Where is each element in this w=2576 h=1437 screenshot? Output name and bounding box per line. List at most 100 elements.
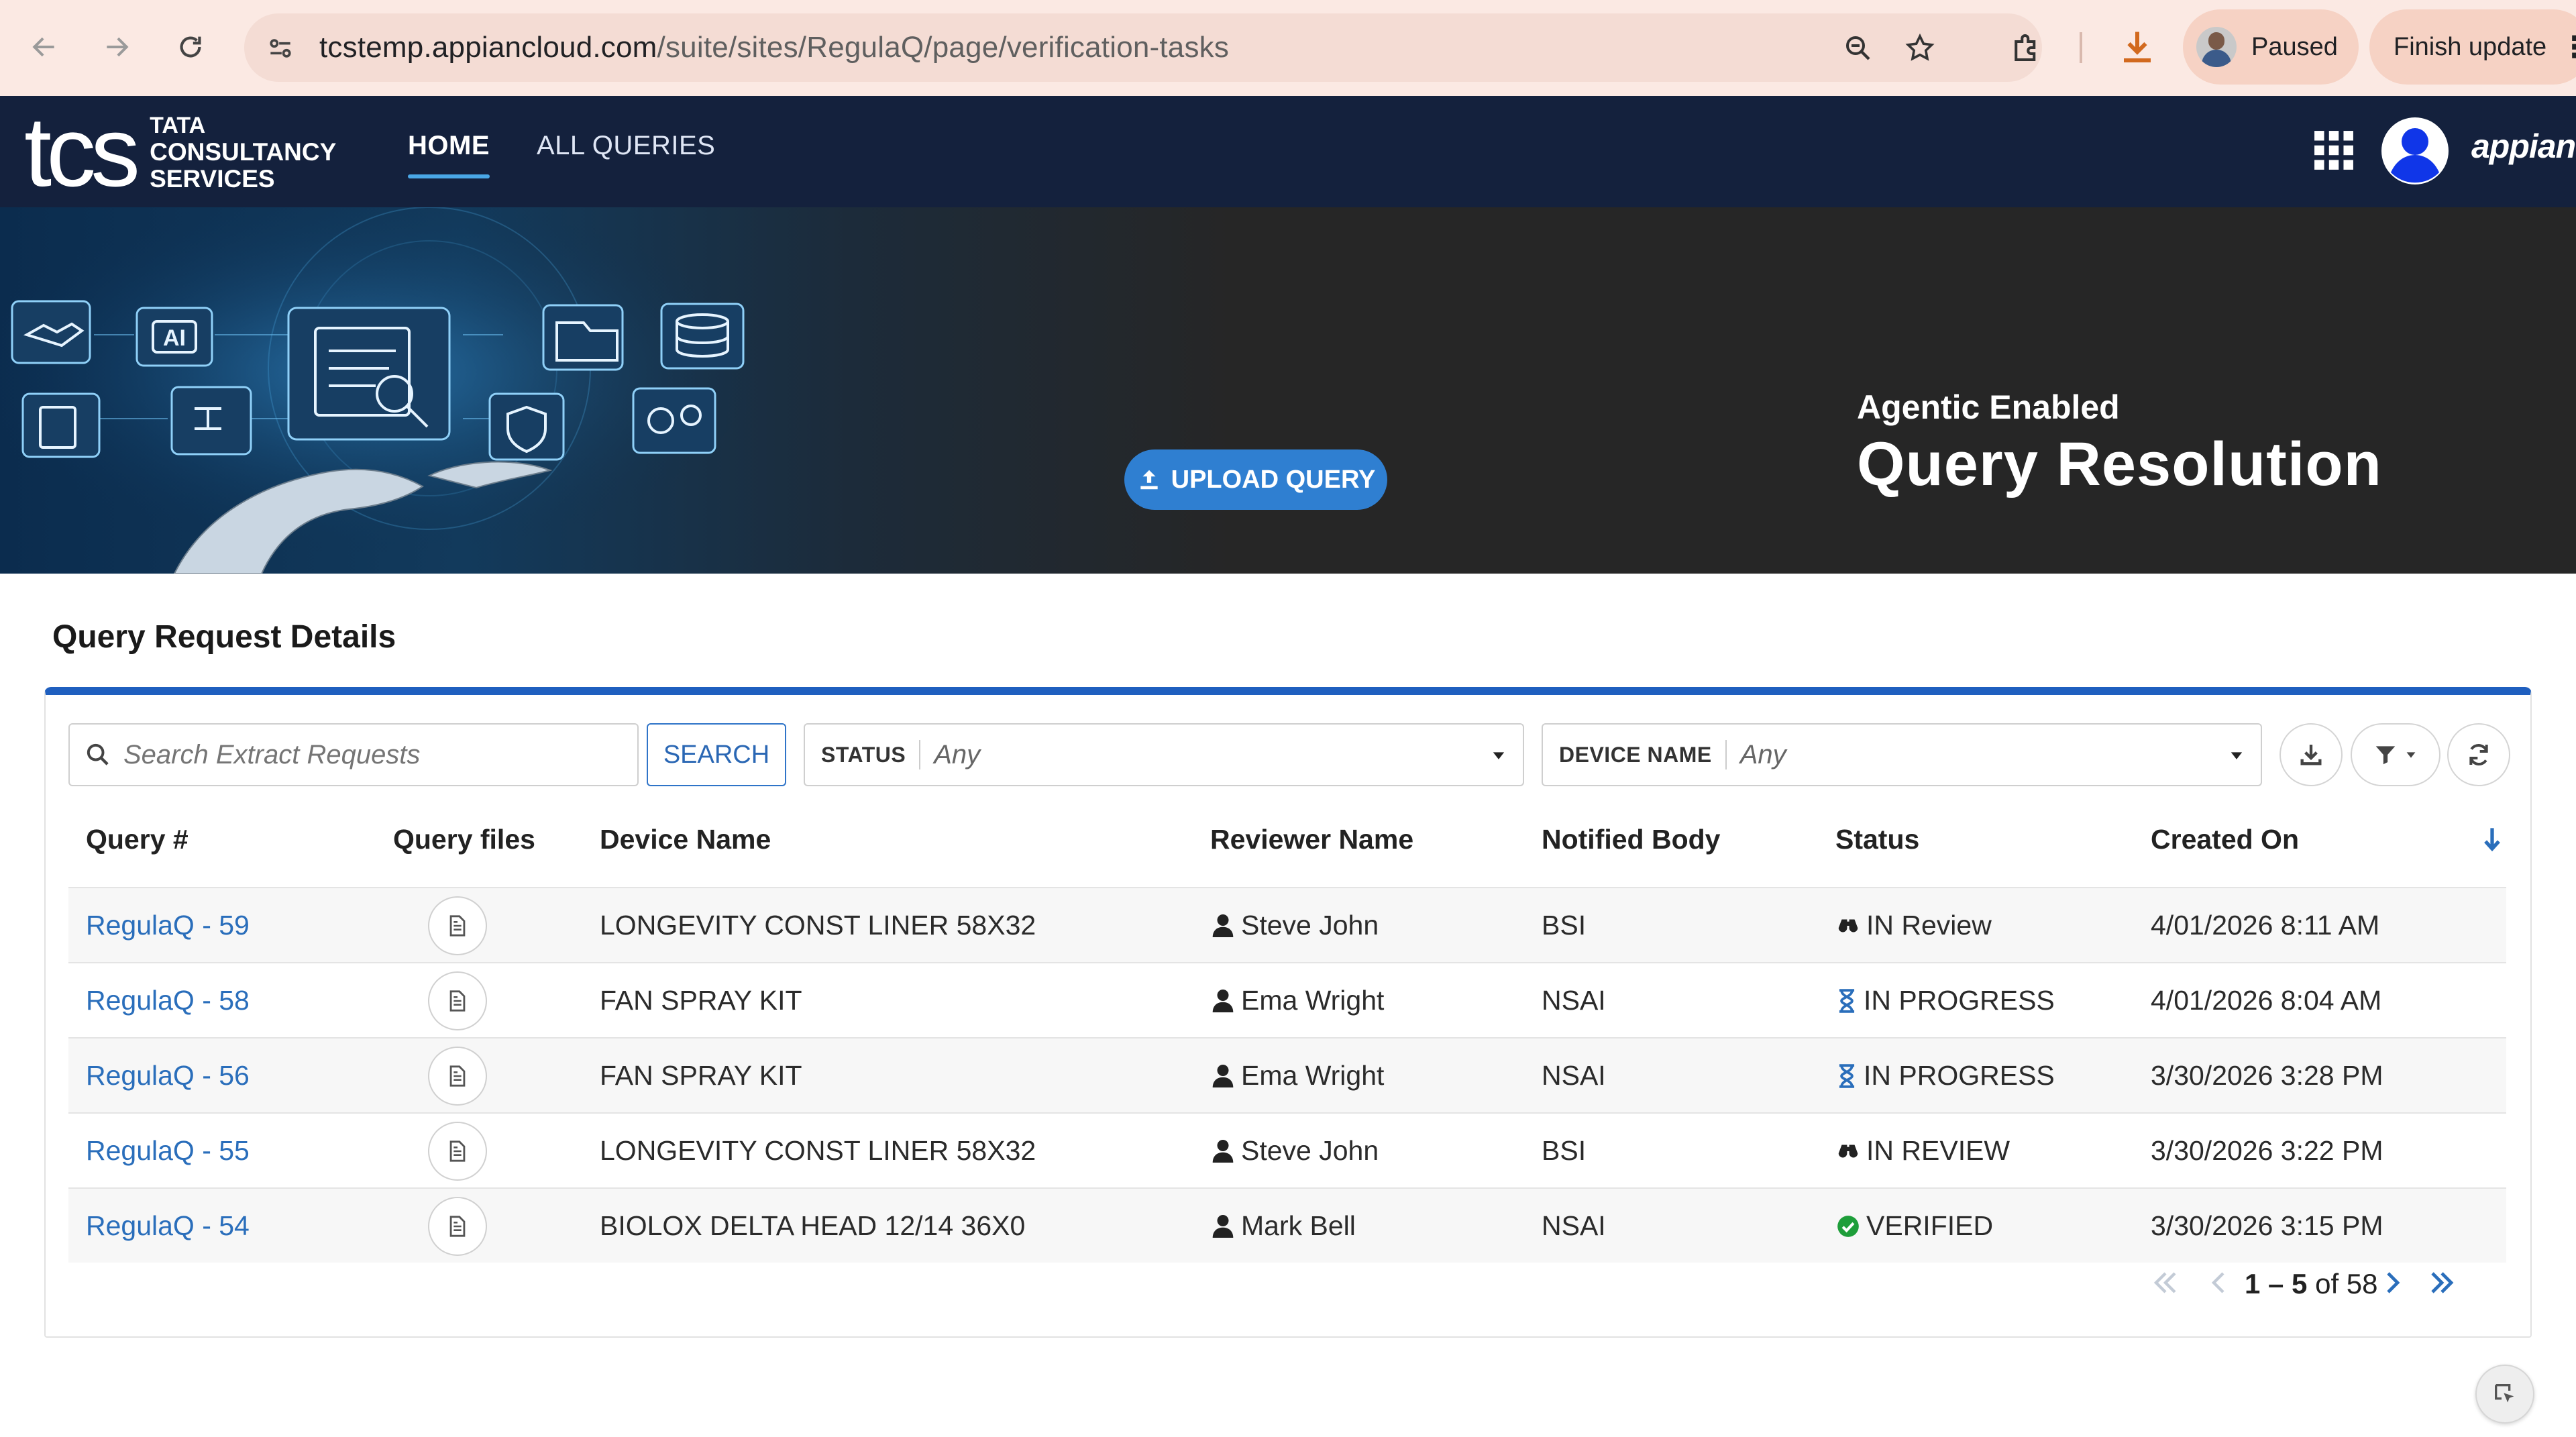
binoculars-icon [1835, 913, 1861, 939]
user-icon [1212, 989, 1234, 1012]
funnel-icon [2375, 746, 2396, 765]
url-host: tcstemp.appiancloud.com [319, 31, 657, 64]
notified-body-cell: NSAI [1542, 985, 1606, 1016]
browser-toolbar: tcstemp.appiancloud.com/suite/sites/Regu… [0, 0, 2576, 96]
tab-all-queries[interactable]: ALL QUERIES [537, 131, 715, 161]
workflow-tile [170, 386, 252, 456]
first-page-icon[interactable] [2149, 1267, 2182, 1302]
device-name-cell: FAN SPRAY KIT [600, 1060, 802, 1091]
zoom-icon[interactable] [1842, 32, 1874, 64]
reload-button[interactable] [168, 24, 213, 70]
user-icon [1212, 1064, 1234, 1087]
query-id-link[interactable]: RegulaQ - 56 [86, 1060, 250, 1092]
back-button[interactable] [21, 24, 67, 70]
logo-mark: tcs [24, 97, 140, 207]
column-header-query[interactable]: Query # [86, 824, 189, 855]
pager-text: 1 – 5 of 58 [2245, 1268, 2378, 1300]
cursor-select-icon [2495, 1384, 2514, 1403]
created-on-cell: 4/01/2026 8:04 AM [2151, 985, 2382, 1016]
profile-status: Paused [2251, 32, 2338, 61]
query-id-link[interactable]: RegulaQ - 54 [86, 1210, 250, 1242]
avatar [2196, 27, 2237, 67]
column-header-notified-body[interactable]: Notified Body [1542, 824, 1720, 855]
reviewer-name: Ema Wright [1241, 985, 1385, 1016]
search-button[interactable]: SEARCH [647, 723, 786, 786]
refresh-button[interactable] [2447, 723, 2510, 786]
download-icon[interactable] [2117, 27, 2157, 67]
reviewer-name: Mark Bell [1241, 1210, 1356, 1241]
finish-update-label: Finish update [2394, 32, 2547, 61]
user-icon [1212, 914, 1234, 937]
device-name-cell: FAN SPRAY KIT [600, 985, 802, 1016]
more-menu-icon[interactable]: ⋮ [2560, 30, 2576, 64]
feedback-button[interactable] [2475, 1365, 2534, 1424]
table-row: RegulaQ - 56 FAN SPRAY KIT Ema Wright NSAI I… [68, 1037, 2506, 1112]
tcs-logo: tcs TATA CONSULTANCY SERVICES [24, 97, 336, 207]
status-label: IN PROGRESS [1864, 1060, 2055, 1091]
forward-button[interactable] [94, 24, 140, 70]
query-id-link[interactable]: RegulaQ - 55 [86, 1135, 250, 1167]
search-field[interactable] [68, 723, 639, 786]
table-row: RegulaQ - 54 BIOLOX DELTA HEAD 12/14 36X0… [68, 1187, 2506, 1263]
reviewer-name: Ema Wright [1241, 1060, 1385, 1091]
finish-update-button[interactable]: Finish update ⋮ [2369, 9, 2576, 85]
last-page-icon[interactable] [2426, 1267, 2458, 1302]
created-on-cell: 4/01/2026 8:11 AM [2151, 910, 2380, 941]
status-filter-dropdown[interactable]: STATUS Any [804, 723, 1524, 786]
export-button[interactable] [2279, 723, 2343, 786]
app-grid-icon[interactable] [2313, 129, 2355, 174]
query-file-button[interactable] [428, 896, 487, 955]
column-header-created-on[interactable]: Created On [2151, 824, 2299, 855]
reviewer-cell: Steve John [1212, 910, 1379, 941]
chevron-down-icon [2231, 752, 2243, 759]
previous-page-icon[interactable] [2203, 1267, 2235, 1302]
pager-range: 1 – 5 [2245, 1268, 2308, 1299]
user-icon [1212, 1214, 1234, 1238]
ai-chip-label: AI [163, 325, 186, 351]
refresh-icon [2469, 744, 2488, 765]
column-header-query-files: Query files [393, 824, 535, 855]
upload-icon [1140, 470, 1158, 490]
user-avatar-icon[interactable] [2380, 116, 2450, 189]
sort-descending-icon[interactable] [2482, 825, 2502, 861]
status-cell: IN REVIEW [1835, 1135, 2010, 1167]
query-file-button[interactable] [428, 971, 487, 1030]
table-row: RegulaQ - 58 FAN SPRAY KIT Ema Wright NSAI I… [68, 962, 2506, 1037]
query-file-button[interactable] [428, 1197, 487, 1256]
column-header-device-name[interactable]: Device Name [600, 824, 771, 855]
device-filter-divider [1725, 740, 1727, 769]
reviewer-cell: Steve John [1212, 1135, 1379, 1167]
status-label: IN REVIEW [1866, 1135, 2010, 1166]
device-name-filter-dropdown[interactable]: DEVICE NAME Any [1542, 723, 2262, 786]
filter-menu-button[interactable] [2351, 723, 2440, 786]
notified-body-cell: NSAI [1542, 1060, 1606, 1091]
query-file-button[interactable] [428, 1122, 487, 1181]
query-id-link[interactable]: RegulaQ - 58 [86, 985, 250, 1016]
device-filter-value: Any [1739, 739, 1786, 769]
column-header-status[interactable]: Status [1835, 824, 1919, 855]
url-path: /suite/sites/RegulaQ/page/verification-t… [657, 31, 1230, 64]
notified-body-cell: BSI [1542, 1135, 1587, 1166]
upload-query-button[interactable]: UPLOAD QUERY [1124, 449, 1387, 510]
banner-subtitle: Agentic Enabled [1857, 388, 2120, 426]
column-header-reviewer-name[interactable]: Reviewer Name [1210, 824, 1413, 855]
next-page-icon[interactable] [2376, 1267, 2408, 1302]
hourglass-icon [1835, 1063, 1858, 1089]
extensions-icon[interactable] [2008, 30, 2045, 66]
bookmark-star-icon[interactable] [1904, 32, 1936, 64]
tab-home[interactable]: HOME [408, 131, 490, 178]
search-input[interactable] [123, 739, 633, 770]
banner-title: Query Resolution [1857, 430, 2382, 498]
address-bar[interactable]: tcstemp.appiancloud.com/suite/sites/Regu… [244, 13, 2042, 82]
reviewer-name: Steve John [1241, 910, 1379, 941]
query-id-link[interactable]: RegulaQ - 59 [86, 910, 250, 941]
query-file-button[interactable] [428, 1047, 487, 1106]
reviewer-cell: Ema Wright [1212, 1060, 1384, 1092]
toolbar-divider [2080, 32, 2082, 63]
section-title: Query Request Details [52, 619, 396, 655]
created-on-cell: 3/30/2026 3:28 PM [2151, 1060, 2383, 1091]
logo-line-1: TATA [150, 113, 206, 138]
status-label: IN PROGRESS [1864, 985, 2055, 1016]
site-settings-icon[interactable] [266, 34, 295, 63]
profile-button[interactable]: Paused [2183, 9, 2359, 85]
